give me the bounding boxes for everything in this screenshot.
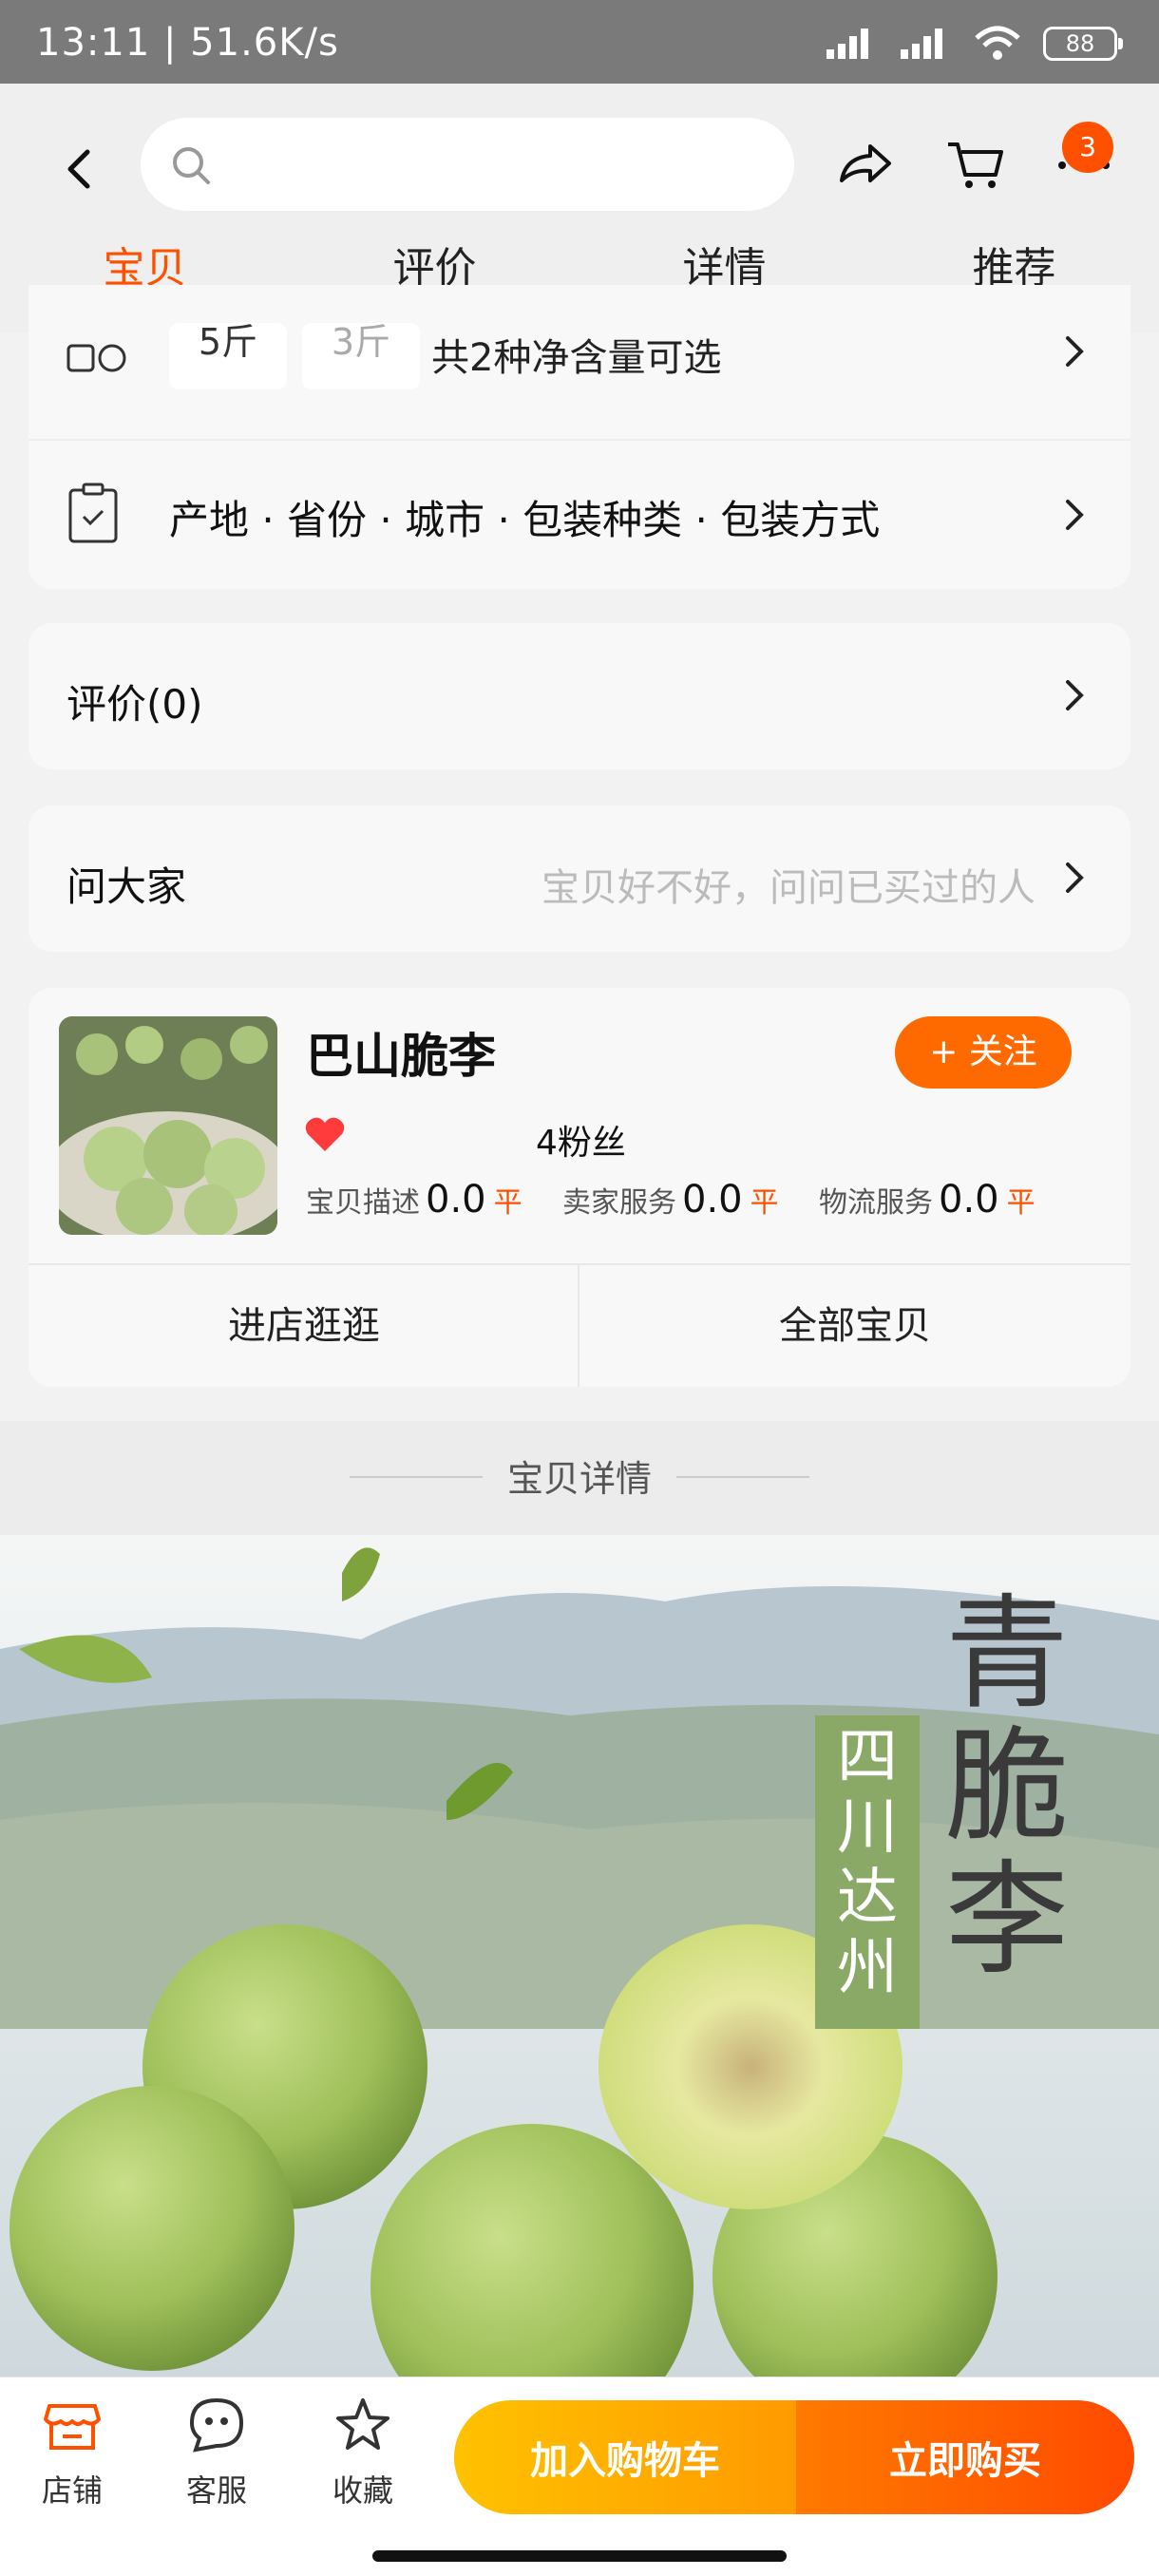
metric-level: 平 [750, 1186, 779, 1220]
detail-title: 宝贝详情 [506, 1458, 652, 1500]
spec-summary: 共2种净含量可选 [431, 336, 722, 380]
search-input[interactable] [226, 137, 768, 192]
shop-avatar[interactable] [59, 1016, 277, 1235]
metric-logistics: 物流服务 0.0 平 [819, 1178, 1036, 1222]
spec-card[interactable]: 5斤 3斤 共2种净含量可选 产地 · 省份 · 城市 · 包装种类 · 包装方… [28, 285, 1130, 589]
buy-now-button[interactable]: 立即购买 [796, 2400, 1134, 2514]
search-bar[interactable] [141, 118, 794, 211]
chevron-right-icon [1066, 862, 1084, 893]
metric-label: 物流服务 [819, 1186, 933, 1220]
shop-tab-label: 店铺 [41, 2472, 103, 2509]
reviews-row[interactable]: 评价(0) [28, 623, 1130, 769]
enter-shop-button[interactable]: 进店逛逛 [28, 1265, 580, 1387]
metric-value: 0.0 [939, 1178, 999, 1222]
ask-row[interactable]: 问大家 宝贝好不好，问问已买过的人 [28, 805, 1130, 952]
cart-icon[interactable] [942, 131, 1009, 198]
home-indicator [372, 2550, 787, 2562]
service-tab[interactable]: 客服 [160, 2395, 274, 2510]
metric-description: 宝贝描述 0.0 平 [306, 1178, 522, 1222]
detail-banner-image: 四川达州 青脆李 [0, 1535, 1159, 2377]
chevron-right-icon [1066, 336, 1084, 367]
spec-chip[interactable]: 3斤 [302, 323, 420, 389]
shop-name[interactable]: 巴山脆李 [306, 1018, 496, 1087]
banner-title-text: 青脆李 [945, 1582, 1069, 1992]
signal-icon [826, 28, 868, 59]
status-bar: 13:11 | 51.6K/s 88 [0, 0, 1159, 84]
spec-options-icon [66, 344, 126, 372]
all-items-button[interactable]: 全部宝贝 [580, 1265, 1130, 1387]
product-banner: 四川达州 青脆李 [0, 1535, 1159, 2377]
ask-hint: 宝贝好不好，问问已买过的人 [542, 866, 1036, 910]
heart-icon [305, 1117, 345, 1151]
store-icon [44, 2404, 101, 2450]
shop-fans: 4粉丝 [536, 1124, 626, 1163]
signal-icon [901, 28, 942, 59]
status-time: 13:11 | 51.6K/s [36, 21, 339, 65]
favorite-tab-label: 收藏 [332, 2472, 393, 2509]
shop-card: 巴山脆李 + 关注 4粉丝 宝贝描述 0.0 平 卖家服务 0.0 平 物流服务 0.0 平… [28, 988, 1130, 1387]
ask-label: 问大家 [66, 863, 187, 910]
bottom-action-bar: 店铺 客服 收藏 加入购物车 立即购买 [0, 2377, 1159, 2576]
metric-level: 平 [1006, 1186, 1036, 1220]
follow-button[interactable]: + 关注 [895, 1016, 1072, 1089]
purchase-buttons: 加入购物车 立即购买 [454, 2400, 1134, 2514]
search-icon [173, 147, 210, 184]
metric-label: 宝贝描述 [306, 1186, 420, 1220]
cart-badge: 3 [1062, 122, 1113, 173]
spec-chip[interactable]: 5斤 [169, 323, 287, 389]
customer-service-icon [189, 2397, 244, 2453]
metric-level: 平 [493, 1186, 522, 1220]
metric-label: 卖家服务 [562, 1186, 676, 1220]
battery-icon: 88 [1043, 27, 1123, 61]
chevron-right-icon [1066, 680, 1084, 710]
plums-photo [59, 1016, 277, 1235]
share-icon[interactable] [832, 131, 899, 198]
add-to-cart-button[interactable]: 加入购物车 [454, 2400, 796, 2514]
divider [676, 1476, 809, 1478]
spec-params: 产地 · 省份 · 城市 · 包装种类 · 包装方式 [169, 497, 881, 543]
metric-value: 0.0 [682, 1178, 743, 1222]
status-icons: 88 [825, 25, 1123, 63]
back-icon[interactable] [51, 141, 108, 198]
detail-section-header: 宝贝详情 [0, 1421, 1159, 1535]
favorite-tab[interactable]: 收藏 [306, 2395, 420, 2510]
clipboard-icon [68, 483, 118, 543]
divider [28, 439, 1130, 441]
battery-level: 88 [1065, 30, 1095, 57]
metric-service: 卖家服务 0.0 平 [562, 1178, 779, 1222]
banner-origin-text: 四川达州 [837, 1722, 898, 2003]
wifi-icon [975, 26, 1020, 60]
star-icon [336, 2398, 390, 2450]
reviews-label: 评价(0) [66, 681, 203, 728]
metric-value: 0.0 [426, 1178, 486, 1222]
chevron-right-icon [1066, 500, 1084, 530]
shop-tab[interactable]: 店铺 [15, 2395, 129, 2510]
service-tab-label: 客服 [185, 2472, 247, 2509]
